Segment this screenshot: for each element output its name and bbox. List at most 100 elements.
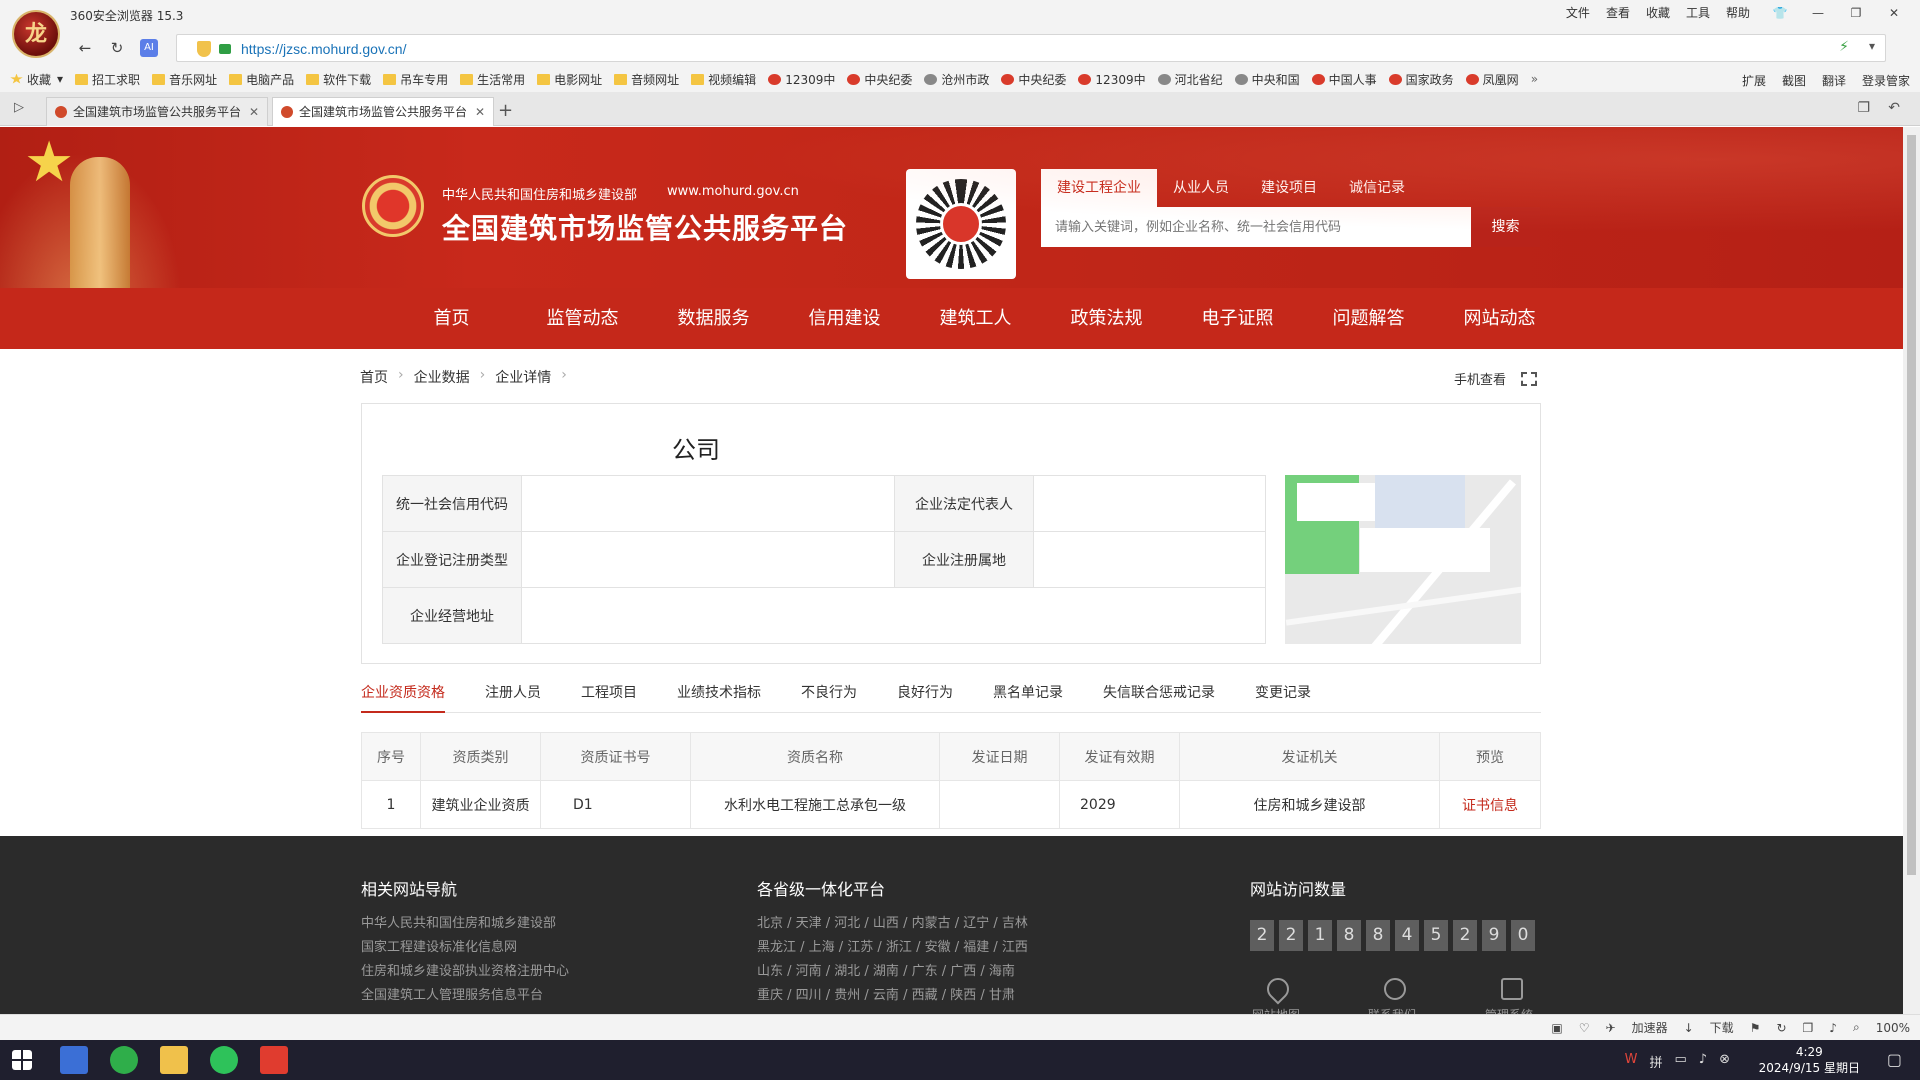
menu-file[interactable]: 文件 (1566, 4, 1590, 21)
page-scrollbar[interactable] (1903, 127, 1920, 1014)
bookmark-favorites[interactable]: 收藏 ▾ (10, 71, 63, 88)
more-bookmarks-icon[interactable]: » (1531, 72, 1538, 86)
tab-qualifications[interactable]: 企业资质资格 (361, 683, 445, 713)
image-icon[interactable]: ▣ (1551, 1021, 1562, 1035)
footer-link[interactable]: 国家工程建设标准化信息网 (361, 936, 569, 960)
qrcode-icon[interactable] (1521, 372, 1537, 386)
chevron-down-icon[interactable]: ▾ (1869, 39, 1875, 53)
url-field[interactable]: https://jzsc.mohurd.gov.cn/ ⚡ ▾ (176, 34, 1886, 62)
tab-good-behavior[interactable]: 良好行为 (897, 683, 953, 713)
url-text[interactable]: https://jzsc.mohurd.gov.cn/ (241, 41, 406, 57)
sidebar-toggle-icon[interactable]: ▷ (14, 100, 24, 115)
wps-tray-icon[interactable]: W (1625, 1052, 1638, 1071)
nav-site-news[interactable]: 网站动态 (1434, 288, 1565, 349)
nav-e-license[interactable]: 电子证照 (1172, 288, 1303, 349)
ministry-name[interactable]: 中华人民共和国住房和城乡建设部 (442, 184, 637, 203)
volume-icon[interactable]: ♪ (1699, 1052, 1707, 1071)
skin-icon[interactable]: 👕 (1764, 2, 1796, 24)
search-tab-projects[interactable]: 建设项目 (1245, 169, 1333, 207)
admin-icon[interactable] (1501, 978, 1523, 1000)
zoom-icon[interactable]: ⌕ (1853, 1020, 1860, 1035)
bookmark-item[interactable]: 凤凰网 (1465, 71, 1519, 88)
province-line[interactable]: 黑龙江 / 上海 / 江苏 / 浙江 / 安徽 / 福建 / 江西 (757, 936, 1028, 960)
tab-performance[interactable]: 业绩技术指标 (677, 683, 761, 713)
windows-start-icon[interactable] (12, 1050, 32, 1070)
nav-credit[interactable]: 信用建设 (779, 288, 910, 349)
download-button[interactable]: 下载 (1710, 1019, 1734, 1036)
menu-help[interactable]: 帮助 (1726, 4, 1750, 21)
refresh-icon[interactable]: ↻ (1776, 1021, 1786, 1035)
restore-icon[interactable]: ❐ (1857, 100, 1870, 116)
province-line[interactable]: 山东 / 河南 / 湖北 / 湖南 / 广东 / 广西 / 海南 (757, 960, 1028, 984)
search-button[interactable]: 搜索 (1471, 207, 1540, 247)
network-icon[interactable]: ▭ (1675, 1052, 1687, 1071)
bookmark-item[interactable]: 电脑产品 (229, 71, 294, 88)
bookmark-item[interactable]: 生活常用 (460, 71, 525, 88)
nav-faq[interactable]: 问题解答 (1303, 288, 1434, 349)
ime-icon[interactable]: 拼 (1649, 1052, 1662, 1071)
ai-icon[interactable]: AI (140, 39, 158, 57)
contact-link[interactable]: 联系我们 (1368, 1006, 1416, 1014)
nav-policies[interactable]: 政策法规 (1041, 288, 1172, 349)
bookmark-item[interactable]: 沧州市政 (924, 71, 989, 88)
screenshot-button[interactable]: 截图 (1782, 72, 1806, 89)
footer-link[interactable]: 中华人民共和国住房和城乡建设部 (361, 912, 569, 936)
download-icon[interactable]: ↓ (1684, 1021, 1694, 1035)
close-window-icon[interactable]: ✕ (1878, 2, 1910, 24)
province-line[interactable]: 北京 / 天津 / 河北 / 山西 / 内蒙古 / 辽宁 / 吉林 (757, 912, 1028, 936)
pin-icon[interactable]: ✈ (1606, 1021, 1616, 1035)
bookmark-item[interactable]: 招工求职 (75, 71, 140, 88)
flag-icon[interactable]: ⚑ (1750, 1021, 1761, 1035)
speaker-icon[interactable]: ♪ (1829, 1021, 1837, 1035)
nav-data-services[interactable]: 数据服务 (648, 288, 779, 349)
bookmark-item[interactable]: 12309中 (1078, 71, 1146, 88)
browser-tab-active[interactable]: 全国建筑市场监管公共服务平台 ✕ (272, 97, 494, 126)
nav-home[interactable]: 首页 (386, 288, 517, 349)
breadcrumb-home[interactable]: 首页 (360, 367, 388, 387)
zoom-level[interactable]: 100% (1876, 1021, 1910, 1035)
ministry-url[interactable]: www.mohurd.gov.cn (667, 184, 799, 199)
tab-blacklist[interactable]: 黑名单记录 (993, 683, 1063, 713)
site-title[interactable]: 全国建筑市场监管公共服务平台 (442, 207, 848, 247)
security-icon[interactable]: ⊗ (1719, 1052, 1730, 1071)
new-tab-icon[interactable]: + (498, 100, 513, 121)
province-line[interactable]: 重庆 / 四川 / 贵州 / 云南 / 西藏 / 陕西 / 甘肃 (757, 984, 1028, 1008)
lightning-icon[interactable]: ⚡ (1839, 39, 1849, 55)
translate-button[interactable]: 翻译 (1822, 72, 1846, 89)
breadcrumb-enterprise-data[interactable]: 企业数据 (414, 367, 470, 387)
bookmark-item[interactable]: 国家政务 (1388, 71, 1454, 88)
search-tab-enterprise[interactable]: 建设工程企业 (1041, 169, 1157, 207)
notification-icon[interactable]: ▢ (1887, 1050, 1902, 1069)
bookmark-item[interactable]: 软件下载 (306, 71, 371, 88)
bookmark-item[interactable]: 河北省纪 (1157, 71, 1223, 88)
heart-icon[interactable]: ♡ (1579, 1021, 1590, 1035)
search-input[interactable] (1041, 207, 1471, 247)
bookmark-item[interactable]: 电影网址 (537, 71, 602, 88)
tab-registered-staff[interactable]: 注册人员 (485, 683, 541, 713)
sitemap-link[interactable]: 网站地图 (1252, 1006, 1300, 1014)
close-tab-icon[interactable]: ✕ (475, 98, 485, 126)
menu-favorites[interactable]: 收藏 (1646, 4, 1670, 21)
bookmark-item[interactable]: 音乐网址 (152, 71, 217, 88)
cert-info-link[interactable]: 证书信息 (1439, 780, 1541, 829)
maximize-icon[interactable]: ❐ (1840, 2, 1872, 24)
tab-projects[interactable]: 工程项目 (581, 683, 637, 713)
file-explorer-icon[interactable] (160, 1046, 188, 1074)
browser-360-icon[interactable] (110, 1046, 138, 1074)
browser-tab[interactable]: 全国建筑市场监管公共服务平台 ✕ (46, 97, 268, 126)
sitemap-icon[interactable] (1262, 973, 1294, 1005)
bookmark-item[interactable]: 中国人事 (1311, 71, 1377, 88)
footer-link[interactable]: 全国建筑工人管理服务信息平台 (361, 984, 569, 1008)
bookmark-item[interactable]: 中央纪委 (847, 71, 912, 88)
window-icon[interactable]: ❐ (1803, 1021, 1814, 1035)
clock[interactable]: 4:29 2024/9/15 星期日 (1759, 1044, 1860, 1076)
wps-icon[interactable] (260, 1046, 288, 1074)
bookmark-item[interactable]: 中央和国 (1234, 71, 1300, 88)
login-manager-button[interactable]: 登录管家 (1862, 72, 1910, 89)
wechat-icon[interactable] (210, 1046, 238, 1074)
tab-change-records[interactable]: 变更记录 (1255, 683, 1311, 713)
bookmark-item[interactable]: 中央纪委 (1001, 71, 1066, 88)
admin-link[interactable]: 管理系统 (1485, 1006, 1533, 1014)
tab-bad-behavior[interactable]: 不良行为 (801, 683, 857, 713)
browser-logo[interactable]: 龙 (12, 10, 60, 58)
